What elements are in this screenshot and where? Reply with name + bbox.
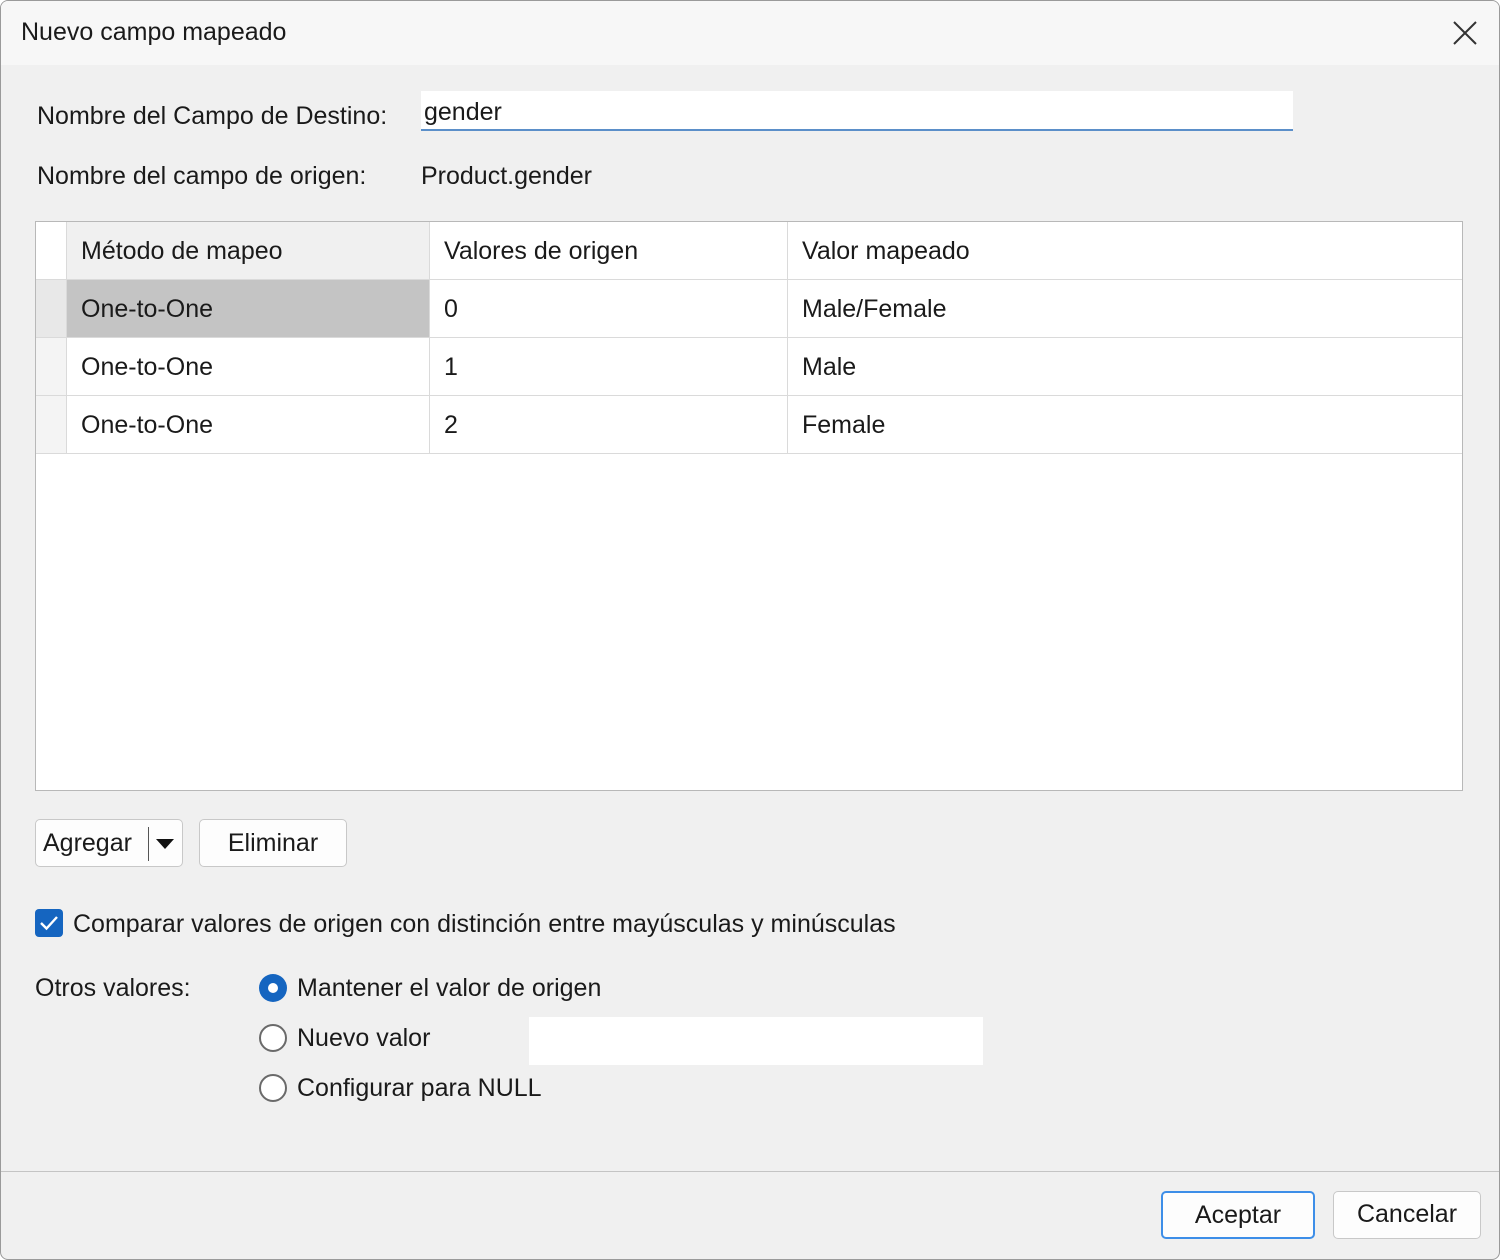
close-icon [1453,21,1477,45]
new-value-radio[interactable] [259,1024,287,1052]
keep-source-value-label[interactable]: Mantener el valor de origen [297,974,601,1003]
delete-button-label: Eliminar [227,829,319,857]
new-value-input[interactable] [529,1017,983,1065]
mapped-field-dialog: Nuevo campo mapeado Nombre del Campo de … [0,0,1500,1260]
source-value-cell[interactable]: 0 [430,280,788,338]
target-field-label: Nombre del Campo de Destino: [37,102,388,130]
caret-down-icon[interactable] [155,838,175,850]
table-row[interactable]: One-to-One 1 Male [36,338,1462,396]
grid-header-row: Método de mapeo Valores de origen Valor … [36,222,1462,280]
dialog-title: Nuevo campo mapeado [21,18,287,46]
new-value-label[interactable]: Nuevo valor [297,1024,430,1053]
case-sensitive-checkbox[interactable] [35,909,63,937]
table-row[interactable]: One-to-One 0 Male/Female [36,280,1462,338]
source-field-value: Product.gender [421,162,592,190]
case-sensitive-label[interactable]: Comparar valores de origen con distinció… [73,910,896,939]
source-value-cell[interactable]: 2 [430,396,788,454]
method-cell[interactable]: One-to-One [67,338,430,396]
row-selector[interactable] [36,280,67,338]
column-header-source-values[interactable]: Valores de origen [430,222,788,280]
row-selector[interactable] [36,338,67,396]
mapping-grid[interactable]: Método de mapeo Valores de origen Valor … [35,221,1463,791]
source-value-cell[interactable]: 1 [430,338,788,396]
mapped-value-cell[interactable]: Male/Female [788,280,1462,338]
column-header-method[interactable]: Método de mapeo [67,222,430,280]
ok-button-label: Aceptar [1194,1201,1282,1229]
keep-source-value-radio[interactable] [259,974,287,1002]
target-field-input[interactable] [421,91,1293,131]
cancel-button[interactable]: Cancelar [1333,1191,1481,1239]
add-button[interactable]: Agregar [35,819,183,867]
cancel-button-label: Cancelar [1356,1200,1458,1228]
footer-divider [1,1171,1499,1172]
delete-button[interactable]: Eliminar [199,819,347,867]
method-cell[interactable]: One-to-One [67,280,430,338]
other-values-label: Otros valores: [35,974,191,1002]
row-selector[interactable] [36,396,67,454]
title-bar: Nuevo campo mapeado [1,1,1499,65]
checkmark-icon [40,916,58,931]
set-null-label[interactable]: Configurar para NULL [297,1074,542,1103]
source-field-label: Nombre del campo de origen: [37,162,367,190]
close-button[interactable] [1441,9,1489,57]
table-row[interactable]: One-to-One 2 Female [36,396,1462,454]
mapped-value-cell[interactable]: Female [788,396,1462,454]
ok-button[interactable]: Aceptar [1161,1191,1315,1239]
row-selector-header[interactable] [36,222,67,280]
split-button-divider [148,827,149,861]
add-button-label: Agregar [43,829,132,857]
column-header-mapped-value[interactable]: Valor mapeado [788,222,1462,280]
mapped-value-cell[interactable]: Male [788,338,1462,396]
method-cell[interactable]: One-to-One [67,396,430,454]
set-null-radio[interactable] [259,1074,287,1102]
